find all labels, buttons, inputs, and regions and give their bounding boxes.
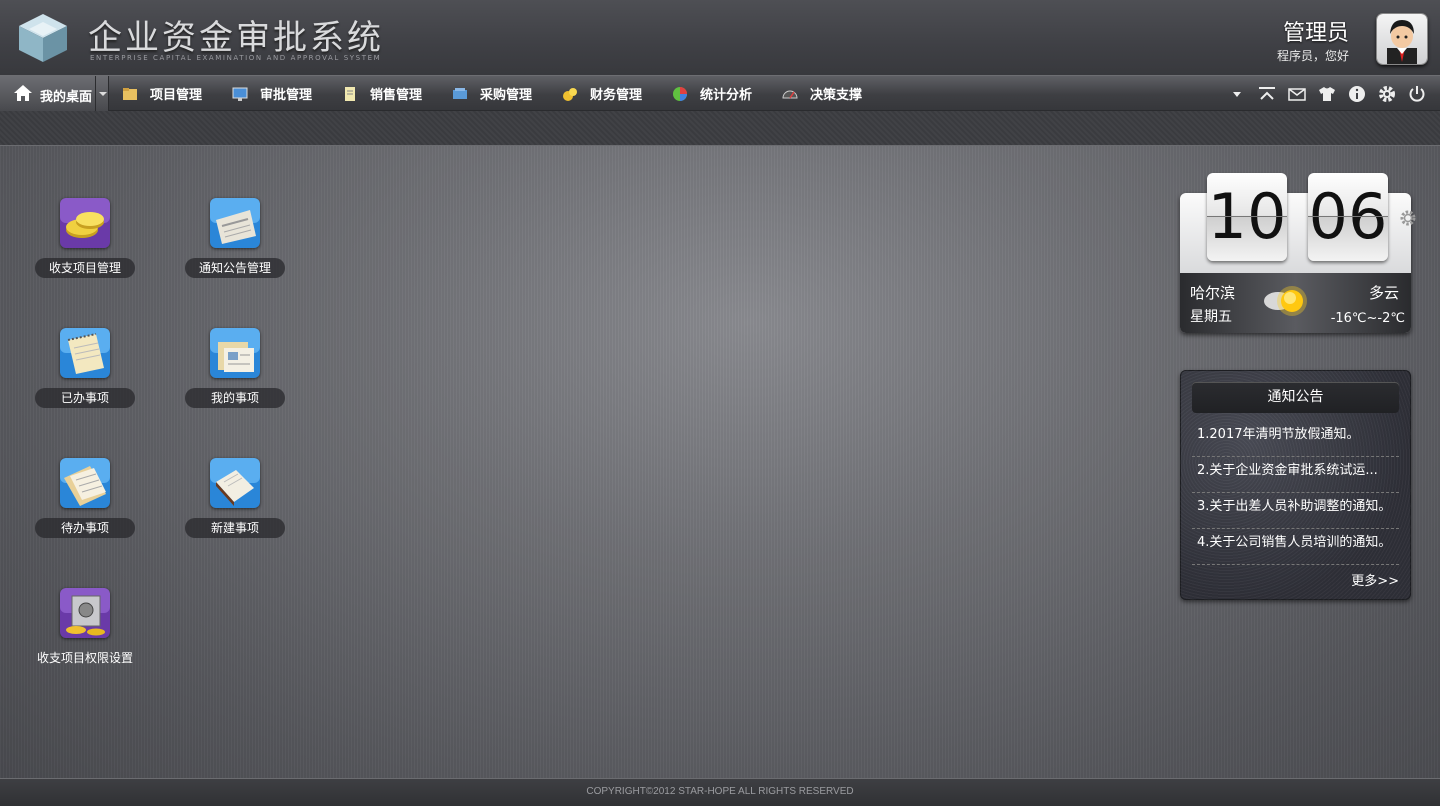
nav-item-label: 销售管理 — [370, 88, 423, 103]
desktop-icon-done-items[interactable]: 已办事项 — [35, 328, 135, 408]
system-subtitle: ENTERPRISE CAPITAL EXAMINATION AND APPRO… — [90, 54, 382, 62]
cart-icon — [453, 87, 467, 99]
avatar[interactable] — [1377, 14, 1427, 64]
gold-coins-icon — [60, 198, 110, 248]
nav-item-sales[interactable]: 销售管理 — [342, 76, 422, 111]
weather-temperature: -16℃~-2℃ — [1330, 311, 1405, 326]
weather-condition: 多云 — [1368, 284, 1399, 302]
nav-item-approval[interactable]: 审批管理 — [232, 76, 312, 111]
nav-item-label: 采购管理 — [480, 88, 533, 103]
desktop-icon-label: 待办事项 — [35, 518, 135, 538]
document-icon — [345, 86, 355, 101]
desktop-icon-new-item[interactable]: 新建事项 — [185, 458, 285, 538]
notice-title: 通知公告 — [1192, 382, 1399, 413]
power-icon[interactable] — [1402, 76, 1432, 111]
folder-icon — [123, 87, 137, 100]
desktop-icon-todo-items[interactable]: 待办事项 — [35, 458, 135, 538]
mail-icon[interactable] — [1282, 76, 1312, 111]
clock-weather-widget: 10 06 哈尔滨 星期五 多云 -16℃~-2℃ — [1180, 173, 1416, 333]
main-nav: 我的桌面 项目管理 审批管理 销售管理 采购管理 财务管理 统计分析 决策支撑 — [0, 75, 1440, 111]
nav-item-purchase[interactable]: 采购管理 — [452, 76, 532, 111]
collapse-icon[interactable] — [1252, 76, 1282, 111]
nav-item-finance[interactable]: 财务管理 — [562, 76, 642, 111]
dropdown-icon[interactable] — [1222, 76, 1252, 111]
newspaper-icon — [210, 198, 260, 248]
book-icon — [210, 458, 260, 508]
nav-item-project[interactable]: 项目管理 — [122, 76, 202, 111]
notice-item[interactable]: 2.关于企业资金审批系统试运... — [1192, 458, 1399, 493]
app-header: 企业资金审批系统 ENTERPRISE CAPITAL EXAMINATION … — [0, 0, 1440, 75]
weather-panel: 哈尔滨 星期五 多云 -16℃~-2℃ — [1180, 273, 1411, 333]
desktop-icon-label: 通知公告管理 — [185, 258, 285, 278]
desktop-icon-income-project[interactable]: 收支项目管理 — [35, 198, 135, 278]
coins-icon — [563, 87, 577, 101]
gear-icon[interactable] — [1372, 76, 1402, 111]
weather-city: 哈尔滨 — [1190, 284, 1236, 302]
clock-minutes: 06 — [1308, 173, 1388, 261]
user-avatar-icon — [1387, 20, 1417, 64]
desktop-icon-label: 收支项目管理 — [35, 258, 135, 278]
papers-icon — [60, 458, 110, 508]
nav-toolbar — [1222, 76, 1432, 111]
weather-weekday: 星期五 — [1190, 309, 1232, 325]
nav-item-decision[interactable]: 决策支撑 — [782, 76, 862, 111]
notice-item[interactable]: 1.2017年清明节放假通知。 — [1192, 422, 1399, 457]
clock-hours: 10 — [1207, 173, 1287, 261]
partly-cloudy-icon — [1264, 286, 1307, 316]
desktop-icon-label: 新建事项 — [185, 518, 285, 538]
nav-item-label: 审批管理 — [260, 88, 313, 103]
desktop-icon-my-items[interactable]: 我的事项 — [185, 328, 285, 408]
shirt-icon[interactable] — [1312, 76, 1342, 111]
footer-copyright: COPYRIGHT©2012 STAR-HOPE ALL RIGHTS RESE… — [0, 778, 1440, 806]
notice-list: 1.2017年清明节放假通知。 2.关于企业资金审批系统试运... 3.关于出差… — [1192, 422, 1399, 566]
nav-item-label: 财务管理 — [590, 88, 643, 103]
monitor-icon — [232, 87, 248, 101]
pie-chart-icon — [673, 86, 687, 101]
user-greeting: 程序员，您好 — [1276, 49, 1349, 63]
home-icon — [14, 85, 32, 101]
desktop-icon-label: 收支项目权限设置 — [36, 651, 133, 665]
nav-item-label: 项目管理 — [150, 88, 203, 103]
gauge-icon — [782, 90, 798, 98]
notice-item[interactable]: 3.关于出差人员补助调整的通知。 — [1192, 494, 1399, 529]
nav-home-dropdown[interactable] — [95, 76, 110, 111]
safe-icon — [60, 588, 110, 638]
notice-item[interactable]: 4.关于公司销售人员培训的通知。 — [1192, 530, 1399, 565]
notepad-icon — [60, 328, 110, 378]
nav-item-label: 统计分析 — [700, 88, 753, 103]
sub-toolbar-strip — [0, 111, 1440, 146]
nav-home-label: 我的桌面 — [40, 90, 93, 105]
system-title: 企业资金审批系统 — [88, 18, 384, 58]
clock-settings-icon[interactable] — [1399, 209, 1417, 227]
desktop-icon-label: 已办事项 — [35, 388, 135, 408]
notice-more-link[interactable]: 更多>> — [1351, 570, 1399, 589]
logo-cube-icon — [19, 14, 67, 62]
nav-home[interactable]: 我的桌面 — [0, 76, 109, 111]
desktop-icon-permission-settings[interactable]: 收支项目权限设置 — [35, 588, 135, 668]
notice-panel: 通知公告 1.2017年清明节放假通知。 2.关于企业资金审批系统试运... 3… — [1180, 370, 1411, 600]
nav-item-statistics[interactable]: 统计分析 — [672, 76, 752, 111]
files-icon — [210, 328, 260, 378]
info-icon[interactable] — [1342, 76, 1372, 111]
user-name: 管理员 — [1282, 21, 1349, 46]
desktop-icon-notice-manage[interactable]: 通知公告管理 — [185, 198, 285, 278]
desktop-icon-label: 我的事项 — [185, 388, 285, 408]
nav-item-label: 决策支撑 — [810, 88, 863, 103]
